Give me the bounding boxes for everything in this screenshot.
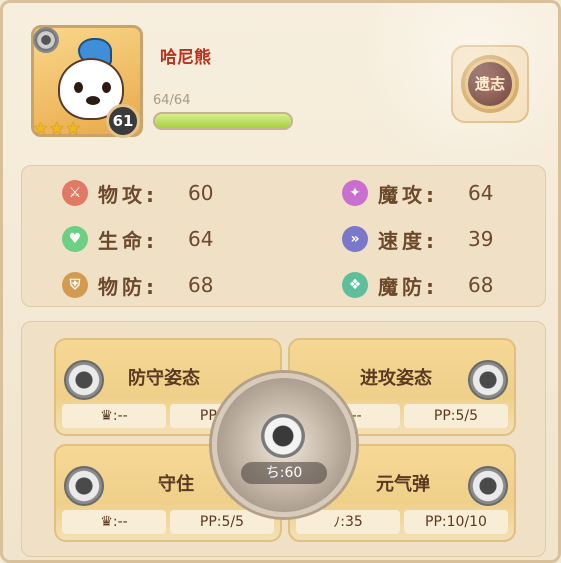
pet-eye-left	[74, 82, 83, 93]
skill-cost-value: :--	[112, 408, 128, 424]
stat-value: 39	[468, 227, 494, 251]
stat-value: 68	[188, 273, 214, 297]
star-icon: ★	[65, 119, 81, 139]
stat-label: 物防:	[98, 274, 158, 299]
skill-ring-icon	[468, 466, 508, 506]
stat-label: 速度:	[378, 228, 438, 253]
legacy-button-label: 遗志	[465, 59, 515, 109]
hp-text: 64/64	[153, 93, 191, 108]
crown-icon: ♛	[100, 514, 113, 530]
sword-icon: ⚔	[62, 180, 88, 206]
ultimate-icon: ち	[265, 465, 280, 481]
pet-name: 哈尼熊	[160, 48, 211, 68]
legacy-button[interactable]: 遗志	[451, 45, 529, 123]
skill-pp: PP:10/10	[404, 510, 508, 534]
stat-label: 魔攻:	[378, 182, 438, 207]
level-badge: 61	[106, 104, 140, 138]
stat-hp: ♥ 生命: 64	[62, 224, 213, 254]
portrait-ring-icon	[33, 27, 59, 53]
skill-name: 守住	[158, 474, 194, 495]
shield-icon: ⛨	[62, 272, 88, 298]
pet-nose	[86, 96, 100, 105]
skill-ring-icon	[64, 360, 104, 400]
hp-bar	[153, 112, 293, 130]
stat-physical-attack: ⚔ 物攻: 60	[62, 178, 213, 208]
stat-value: 60	[188, 181, 214, 205]
pet-detail-panel: ★ ★ ★ 61 哈尼熊 64/64 遗志 ⚔ 物攻: 60 ♥ 生命: 64 …	[0, 0, 561, 563]
skill-ring-icon	[468, 360, 508, 400]
energy-icon: ﾉ	[333, 515, 341, 531]
stats-panel: ⚔ 物攻: 60 ♥ 生命: 64 ⛨ 物防: 68 ✦ 魔攻: 64 » 速度…	[21, 165, 546, 307]
pet-eye-right	[102, 82, 111, 93]
skill-name: 防守姿态	[128, 368, 200, 389]
ultimate-ring-icon	[261, 414, 305, 458]
ultimate-skill-orb[interactable]: ち:60	[212, 373, 356, 517]
skill-pp: PP:5/5	[404, 404, 508, 428]
stat-magic-attack: ✦ 魔攻: 64	[342, 178, 493, 208]
skill-name: 进攻姿态	[360, 368, 432, 389]
stat-physical-defense: ⛨ 物防: 68	[62, 270, 213, 300]
star-rating: ★ ★ ★	[33, 121, 81, 138]
stat-value: 64	[188, 227, 214, 251]
stat-magic-defense: ❖ 魔防: 68	[342, 270, 493, 300]
stat-value: 68	[468, 273, 494, 297]
stat-label: 生命:	[98, 228, 158, 253]
skill-cost: ﾉ:35	[296, 510, 400, 534]
ultimate-cost-value: :60	[279, 465, 303, 481]
stat-label: 魔防:	[378, 274, 438, 299]
skill-footer: ﾉ:35 PP:10/10	[296, 510, 508, 534]
wand-icon: ✦	[342, 180, 368, 206]
skill-pp: PP:5/5	[170, 510, 274, 534]
skill-cost-value: :--	[112, 514, 128, 530]
heart-icon: ♥	[62, 226, 88, 252]
star-icon: ★	[33, 119, 49, 139]
hp-bar-fill	[155, 114, 291, 128]
skill-footer: ♛:-- PP:5/5	[62, 510, 274, 534]
skill-cost: ♛:--	[62, 404, 166, 428]
skill-cost: ♛:--	[62, 510, 166, 534]
magic-shield-icon: ❖	[342, 272, 368, 298]
stat-value: 64	[468, 181, 494, 205]
crown-icon: ♛	[100, 408, 113, 424]
ultimate-cost: ち:60	[241, 462, 327, 484]
skill-name: 元气弹	[376, 474, 430, 495]
speed-icon: »	[342, 226, 368, 252]
skill-ring-icon	[64, 466, 104, 506]
skill-cost-value: :35	[340, 514, 363, 530]
stat-label: 物攻:	[98, 182, 158, 207]
stat-speed: » 速度: 39	[342, 224, 493, 254]
star-icon: ★	[49, 119, 65, 139]
